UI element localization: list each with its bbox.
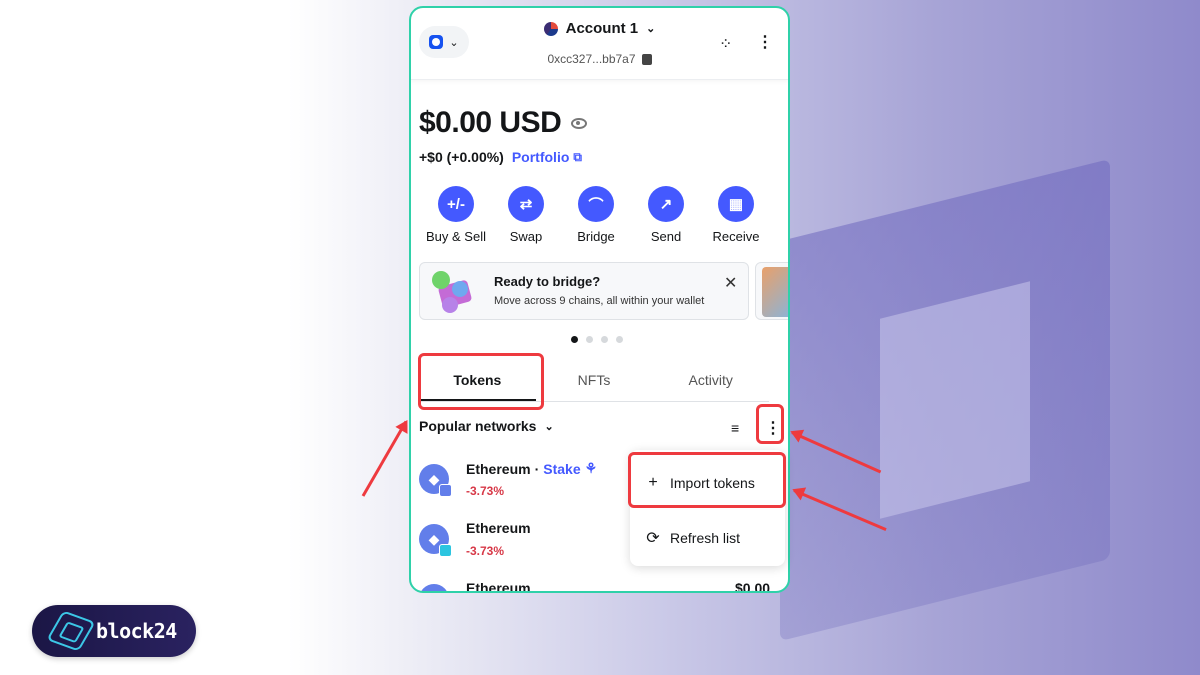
next-banner[interactable] <box>755 262 788 320</box>
block24-logo: block24 <box>32 605 196 657</box>
carousel-dot[interactable] <box>616 336 623 343</box>
buy-sell-icon: +/- <box>438 186 474 222</box>
eye-icon[interactable] <box>571 117 588 129</box>
balance-change-row: +$0 (+0.00%) Portfolio ⧉ <box>419 149 582 165</box>
ethereum-icon: ◆ <box>419 584 449 591</box>
bridge-icon: ⌒ <box>578 186 614 222</box>
account-chevron-icon: ⌄ <box>646 23 656 35</box>
balance-amount: $0.00 USD <box>419 106 562 139</box>
close-icon[interactable]: ✕ <box>724 273 737 293</box>
action-label: Swap <box>509 229 543 244</box>
carousel-dot[interactable] <box>601 336 608 343</box>
network-badge-icon <box>439 544 452 557</box>
external-link-icon: ⧉ <box>573 149 582 164</box>
network-filter-dropdown[interactable]: Popular networks ⌄ <box>419 418 554 434</box>
bridge-banner[interactable]: Ready to bridge? Move across 9 chains, a… <box>419 262 749 320</box>
receive-button[interactable]: ▦ Receive <box>701 186 771 244</box>
chevron-down-icon: ⌄ <box>449 36 459 49</box>
action-label: Receive <box>712 229 760 244</box>
stake-link[interactable]: Stake <box>543 461 580 477</box>
network-logo-icon <box>429 35 444 49</box>
tokens-tab-highlight <box>418 353 544 410</box>
account-name: Account 1 <box>565 20 639 37</box>
wallet-header: ⌄ Account 1 ⌄ 0xcc327...bb7a7 ⁘ ⋮ <box>411 8 788 80</box>
token-value: $0.00 <box>735 580 771 593</box>
balance-change: +$0 (+0.00%) <box>419 149 504 165</box>
buy-sell-button[interactable]: +/- Buy & Sell <box>421 186 491 244</box>
carousel-dots <box>571 336 623 343</box>
send-button[interactable]: ↗ Send <box>631 186 701 244</box>
action-label: Send <box>650 229 682 244</box>
token-name: Ethereum <box>466 520 531 536</box>
banner-subtitle: Move across 9 chains, all within your wa… <box>494 295 705 307</box>
refresh-icon: ⟳ <box>646 530 660 547</box>
import-tokens-highlight <box>628 452 786 508</box>
account-avatar <box>543 21 558 36</box>
token-change: -3.73% <box>466 544 505 558</box>
account-address[interactable]: 0xcc327...bb7a7 <box>411 52 788 66</box>
token-name: Ethereum <box>466 460 531 477</box>
address-text: 0xcc327...bb7a7 <box>547 52 636 66</box>
chevron-down-icon: ⌄ <box>544 420 554 433</box>
token-name-row: Ethereum · Stake ⚘ <box>466 460 597 477</box>
tab-activity[interactable]: Activity <box>652 362 769 401</box>
tab-nfts[interactable]: NFTs <box>536 362 653 401</box>
swap-button[interactable]: ⇄ Swap <box>491 186 561 244</box>
connected-sites-icon[interactable]: ⁘ <box>719 34 732 54</box>
swap-icon: ⇄ <box>508 186 544 222</box>
action-label: Buy & Sell <box>426 229 486 244</box>
logo-text: block24 <box>96 619 177 643</box>
background-shape-inner <box>880 281 1030 519</box>
action-buttons: +/- Buy & Sell ⇄ Swap ⌒ Bridge ↗ Send ▦ … <box>421 186 771 244</box>
bridge-button[interactable]: ⌒ Bridge <box>561 186 631 244</box>
token-row[interactable]: ◆ Ethereum $0.00 <box>419 580 779 593</box>
banner-illustration <box>762 267 788 317</box>
token-change: -3.73% <box>466 484 505 498</box>
kebab-highlight <box>756 404 784 444</box>
bridge-illustration <box>428 269 476 315</box>
token-name-row: Ethereum <box>466 520 531 536</box>
carousel-dot[interactable] <box>586 336 593 343</box>
portfolio-label: Portfolio <box>511 149 570 165</box>
receive-icon: ▦ <box>718 186 754 222</box>
portfolio-link[interactable]: Portfolio ⧉ <box>512 149 582 165</box>
separator-dot: · <box>534 460 540 477</box>
network-filter-label: Popular networks <box>419 418 537 434</box>
refresh-list-label: Refresh list <box>670 530 741 546</box>
refresh-list-menu-item[interactable]: ⟳ Refresh list <box>630 518 785 558</box>
banner-title: Ready to bridge? <box>494 274 601 289</box>
token-name: Ethereum <box>466 580 531 593</box>
token-name-row: Ethereum <box>466 580 531 593</box>
send-icon: ↗ <box>648 186 684 222</box>
network-filter-row: Popular networks ⌄ ≡ ⋮ <box>419 418 781 437</box>
cube-logo-icon <box>46 610 96 652</box>
carousel-dot-active[interactable] <box>571 336 578 343</box>
balance-display: $0.00 USD <box>419 106 588 140</box>
copy-icon[interactable] <box>641 53 652 65</box>
sprout-icon: ⚘ <box>584 460 598 476</box>
action-label: Bridge <box>577 229 615 244</box>
network-badge-icon <box>439 484 452 497</box>
kebab-menu-icon[interactable]: ⋮ <box>757 32 773 52</box>
arrow-to-tokens-tab <box>361 420 408 497</box>
filter-icon[interactable]: ≡ <box>731 420 739 436</box>
